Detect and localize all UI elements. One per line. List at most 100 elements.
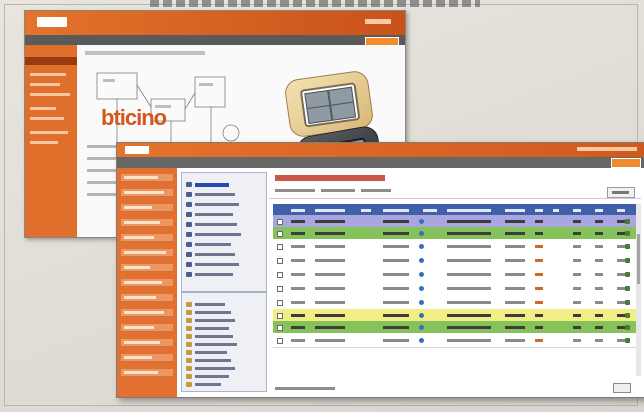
tree-node[interactable] — [186, 373, 264, 380]
row-checkbox[interactable] — [277, 272, 283, 278]
tree-node[interactable] — [186, 231, 264, 238]
row-checkbox[interactable] — [277, 219, 283, 225]
tree-node[interactable] — [186, 261, 264, 268]
tree-node[interactable] — [186, 317, 264, 324]
sidebar-item[interactable] — [121, 189, 173, 197]
tree-node[interactable] — [186, 301, 264, 308]
front-window-action-button[interactable] — [611, 158, 641, 168]
sidebar-item[interactable] — [121, 204, 173, 212]
table-row[interactable] — [273, 295, 639, 310]
table-row[interactable] — [273, 267, 639, 282]
settings-icon[interactable] — [625, 313, 630, 318]
table-cell — [617, 245, 625, 248]
tree-node[interactable] — [186, 357, 264, 364]
sidebar-item[interactable] — [121, 354, 173, 362]
sidebar-item[interactable] — [30, 93, 70, 96]
tree-node[interactable] — [186, 211, 264, 218]
front-window-sidebar — [117, 168, 177, 397]
table-row[interactable] — [273, 333, 639, 348]
tree-node[interactable] — [186, 325, 264, 332]
table-cell — [573, 339, 581, 342]
brand-logo — [125, 146, 149, 154]
sidebar-item[interactable] — [121, 279, 173, 287]
settings-icon[interactable] — [625, 300, 630, 305]
device-icon — [186, 252, 192, 257]
sidebar-item[interactable] — [121, 249, 173, 257]
filter-link[interactable] — [361, 189, 391, 192]
sidebar-item[interactable] — [30, 107, 56, 110]
table-scrollbar[interactable] — [636, 204, 641, 376]
tree-node[interactable] — [186, 181, 264, 188]
front-app-window — [116, 142, 644, 398]
sidebar-item[interactable] — [121, 294, 173, 302]
tree-node[interactable] — [186, 381, 264, 388]
row-checkbox[interactable] — [277, 313, 283, 319]
row-checkbox[interactable] — [277, 231, 283, 237]
table-row[interactable] — [273, 281, 639, 296]
table-cell — [291, 287, 305, 290]
table-cell — [617, 220, 625, 223]
column-header — [505, 208, 525, 212]
table-cell — [617, 314, 625, 317]
sidebar-item[interactable] — [30, 141, 58, 144]
settings-icon[interactable] — [625, 231, 630, 236]
table-cell — [315, 314, 345, 317]
header-links — [577, 147, 637, 151]
tree-node[interactable] — [186, 241, 264, 248]
settings-icon[interactable] — [625, 244, 630, 249]
settings-icon[interactable] — [625, 286, 630, 291]
tree-node[interactable] — [186, 191, 264, 198]
tree-node[interactable] — [186, 341, 264, 348]
table-cell — [447, 314, 491, 317]
row-checkbox[interactable] — [277, 338, 283, 344]
pager-control[interactable] — [607, 187, 635, 198]
tree-node[interactable] — [186, 271, 264, 278]
sidebar-item[interactable] — [121, 324, 173, 332]
footer-link[interactable] — [275, 387, 335, 390]
sidebar-item[interactable] — [121, 339, 173, 347]
settings-icon[interactable] — [625, 272, 630, 277]
row-checkbox[interactable] — [277, 258, 283, 264]
tree-node[interactable] — [186, 221, 264, 228]
settings-icon[interactable] — [625, 338, 630, 343]
filter-link[interactable] — [321, 189, 355, 192]
tree-node[interactable] — [186, 251, 264, 258]
sidebar-item[interactable] — [121, 264, 173, 272]
sidebar-item[interactable] — [121, 309, 173, 317]
tree-node[interactable] — [186, 333, 264, 340]
footer-button[interactable] — [613, 383, 631, 393]
sidebar-item[interactable] — [30, 83, 60, 86]
tree-node[interactable] — [186, 309, 264, 316]
table-cell — [315, 301, 345, 304]
sidebar-item[interactable] — [121, 234, 173, 242]
settings-icon[interactable] — [625, 219, 630, 224]
table-cell — [505, 314, 525, 317]
sidebar-item[interactable] — [30, 131, 68, 134]
sidebar-item[interactable] — [121, 174, 173, 182]
row-checkbox[interactable] — [277, 300, 283, 306]
table-row[interactable] — [273, 253, 639, 268]
sidebar-item[interactable] — [30, 117, 64, 120]
folder-icon — [186, 318, 192, 323]
table-cell — [291, 273, 305, 276]
row-checkbox[interactable] — [277, 325, 283, 331]
table-cell — [573, 245, 581, 248]
sidebar-item[interactable] — [121, 219, 173, 227]
table-cell — [505, 259, 525, 262]
settings-icon[interactable] — [625, 258, 630, 263]
row-checkbox[interactable] — [277, 244, 283, 250]
settings-icon[interactable] — [625, 325, 630, 330]
sidebar-item[interactable] — [30, 73, 66, 76]
tree-node[interactable] — [186, 201, 264, 208]
device-type-icon — [419, 244, 424, 249]
row-checkbox[interactable] — [277, 286, 283, 292]
table-cell — [383, 339, 409, 342]
tree-node[interactable] — [186, 349, 264, 356]
table-row[interactable] — [273, 239, 639, 254]
table-cell — [447, 287, 491, 290]
sidebar-item[interactable] — [121, 369, 173, 377]
tree-node[interactable] — [186, 365, 264, 372]
table-cell — [383, 245, 409, 248]
filter-link[interactable] — [275, 189, 315, 192]
table-cell — [617, 301, 625, 304]
